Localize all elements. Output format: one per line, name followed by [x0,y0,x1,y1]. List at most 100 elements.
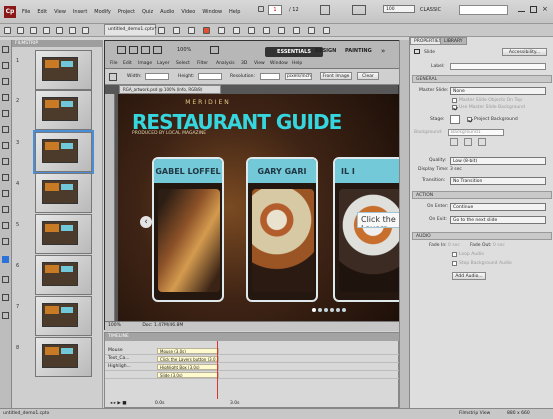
timeline-controls[interactable]: ◂ ▸ ▶ ■ [110,401,127,406]
redo-icon[interactable] [56,27,63,34]
publish-icon[interactable] [82,27,89,34]
ps-menu-file[interactable]: File [110,61,118,66]
timeline-bar[interactable]: Highlight Box (3.0s) [157,364,219,370]
clear-button[interactable]: Clear [357,72,379,80]
timeline-bar[interactable]: Slide (3.0s) [157,372,219,378]
browse-icon[interactable] [450,138,458,146]
highlight-tool-icon[interactable] [2,110,9,117]
menu-video[interactable]: Video [181,9,195,15]
menu-insert[interactable]: Insert [73,9,87,15]
gradient-tool-icon[interactable] [2,294,9,301]
tab-library[interactable]: LIBRARY [440,37,467,45]
ps-arrange-icon[interactable] [153,46,162,54]
widget-icon[interactable] [308,27,315,34]
playhead[interactable] [217,341,218,399]
smart-shape-icon[interactable] [293,27,300,34]
stage-color-swatch[interactable] [450,115,460,124]
ps-menu-3d[interactable]: 3D [241,61,247,66]
minimize-icon[interactable] [518,6,525,12]
record-icon[interactable] [203,27,210,34]
timeline-row[interactable]: Text_Ca... Click the Layers button (3.0.… [105,355,400,363]
carousel-dot[interactable] [318,308,322,312]
button-icon[interactable] [173,27,180,34]
master-bg-checkbox[interactable] [452,105,457,110]
select-tool-icon[interactable] [2,46,9,53]
zoom-select[interactable]: 100 [383,5,415,13]
carousel-dot[interactable] [342,308,346,312]
slide-thumbnail[interactable] [35,296,92,336]
display-time-value[interactable]: 3 sec [450,167,462,172]
click-box-icon[interactable] [158,27,165,34]
paint-bucket-tool-icon[interactable] [2,276,9,283]
menu-quiz[interactable]: Quiz [142,9,153,15]
section-action[interactable]: ACTION [412,191,552,199]
menu-file[interactable]: File [22,9,30,15]
image-icon[interactable] [233,27,240,34]
polygon-tool-icon[interactable] [2,222,9,229]
interaction-icon[interactable] [323,27,330,34]
slide-number-field[interactable]: 1 [268,5,282,15]
slide-thumbnail[interactable] [35,50,92,90]
preview-icon[interactable] [69,27,76,34]
ps-menu-filter[interactable]: Filter [197,61,208,66]
button-tool-icon[interactable] [2,142,9,149]
add-audio-button[interactable]: Add Audio... [452,272,486,280]
ellipse-tool-icon[interactable] [2,206,9,213]
previous-slide-icon[interactable] [258,6,264,12]
background-input[interactable]: Background1 [448,129,504,136]
audio-icon[interactable] [263,27,270,34]
ps-menu-window[interactable]: Window [270,61,288,66]
master-slide-select[interactable]: None [450,87,546,95]
menu-project[interactable]: Project [118,9,135,15]
ps-zoom[interactable]: 100% [177,47,191,53]
carousel-dot[interactable] [330,308,334,312]
stop-bg-audio-checkbox[interactable] [452,261,457,266]
maximize-icon[interactable] [530,6,537,13]
front-image-button[interactable]: Front Image [320,72,352,80]
timeline-bar[interactable]: Click the Layers button (3.0... [157,356,219,362]
timeline-row[interactable]: Mouse Mouse (3.0s) [105,347,400,355]
carousel-dot[interactable] [324,308,328,312]
import-icon[interactable] [464,138,472,146]
ps-menu-view[interactable]: View [254,61,265,66]
width-input[interactable] [145,73,169,80]
carousel-dot[interactable] [312,308,316,312]
document-tab[interactable]: RGA_artwork.psd @ 100% (Info, RGB/8) [119,85,221,94]
ps-menu-layer[interactable]: Layer [157,61,170,66]
section-general[interactable]: GENERAL [412,75,552,83]
menu-edit[interactable]: Edit [37,9,47,15]
tab-design[interactable]: DESIGN [315,48,336,54]
ps-menu-image[interactable]: Image [138,61,152,66]
document-tab[interactable]: untitled_demo1.cptx* [104,24,157,35]
zoom-tool-icon[interactable] [2,62,9,69]
slide-thumbnail[interactable] [35,214,92,254]
on-enter-select[interactable]: Continue [450,203,546,211]
caption-tool-icon[interactable] [2,78,9,85]
save-icon[interactable] [30,27,37,34]
splitter[interactable] [399,40,409,408]
ps-menu-help[interactable]: Help [292,61,302,66]
click-tool-icon[interactable] [2,126,9,133]
section-audio[interactable]: AUDIO [412,232,552,240]
timeline-row[interactable]: Slide (3.0s) [105,371,400,379]
ps-menu-select[interactable]: Select [176,61,190,66]
shape-icon[interactable] [278,27,285,34]
carousel-dot[interactable] [336,308,340,312]
menu-view[interactable]: View [54,9,66,15]
slide-thumbnail[interactable] [35,173,92,213]
loop-audio-checkbox[interactable] [452,252,457,257]
video-icon[interactable] [248,27,255,34]
open-icon[interactable] [17,27,24,34]
resolution-input[interactable] [260,73,280,80]
units-select[interactable]: pixels/inch [285,73,312,80]
on-exit-select[interactable]: Go to the next slide [450,216,546,224]
timeline-bar[interactable]: Mouse (3.0s) [157,348,219,354]
fade-out-value[interactable]: 0 sec [493,243,505,248]
slide-thumbnail[interactable] [35,255,92,295]
transition-select[interactable]: No Transition [450,177,546,185]
pattern-tool-icon[interactable] [2,312,9,319]
ps-menu-analysis[interactable]: Analysis [216,61,235,66]
project-bg-checkbox[interactable] [467,117,472,122]
slide-thumbnail[interactable] [35,337,92,377]
label-input[interactable] [450,63,546,70]
